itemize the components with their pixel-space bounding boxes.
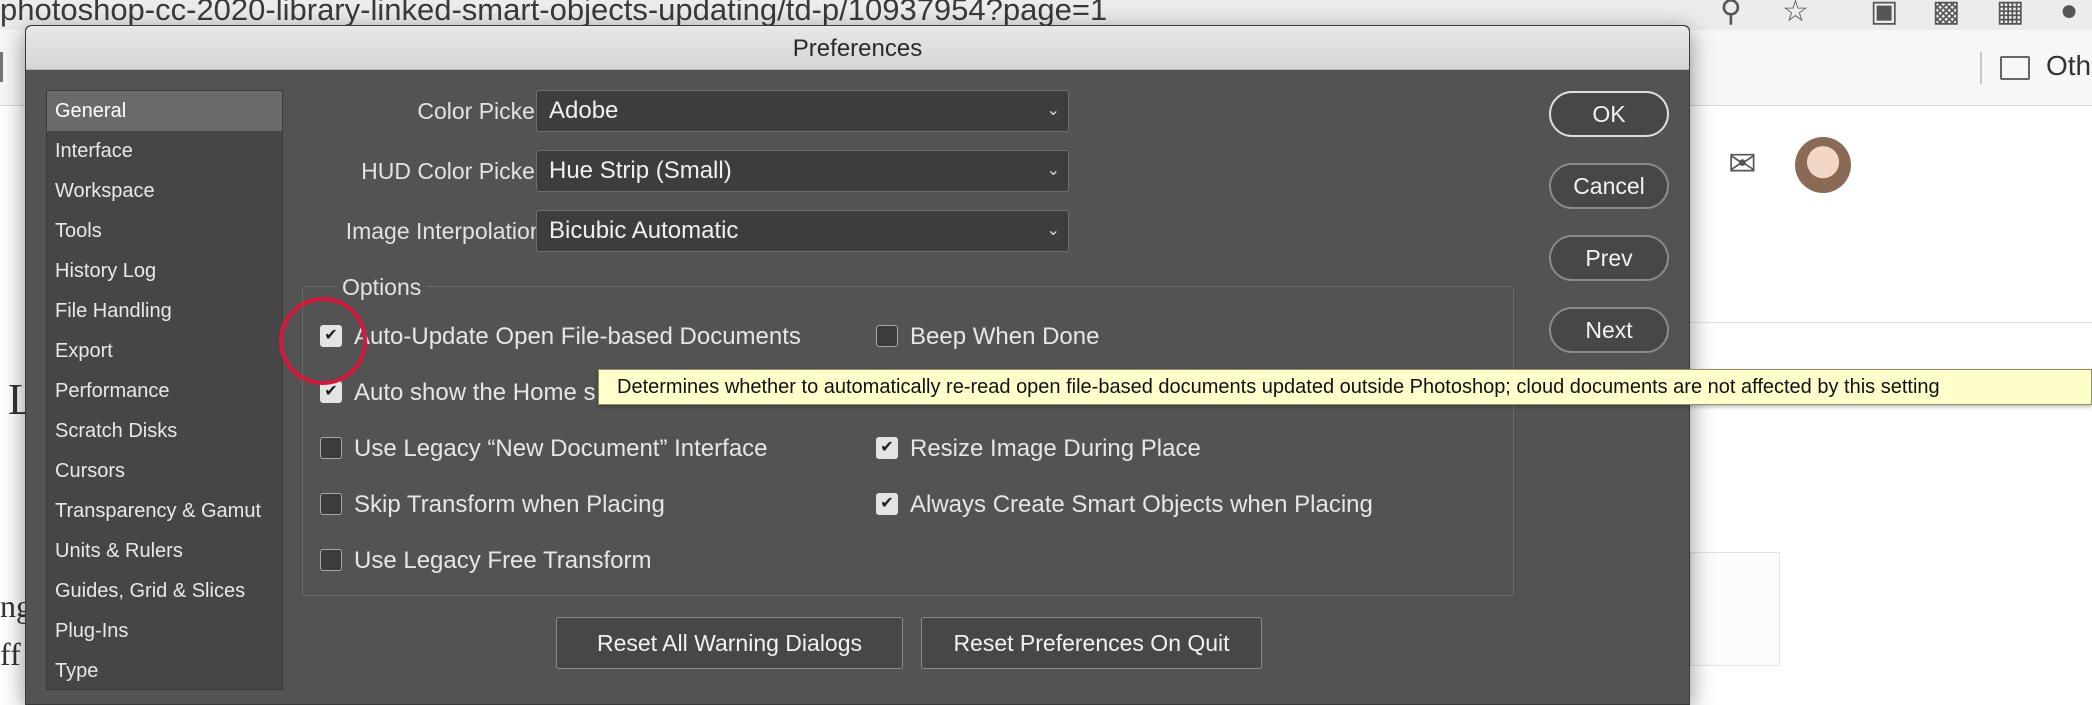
url-text[interactable]: photoshop-cc-2020-library-linked-smart-o… <box>0 0 1107 28</box>
hud-color-picker-value: Hue Strip (Small) <box>549 157 732 184</box>
ok-button[interactable]: OK <box>1549 91 1669 137</box>
checkbox-unchecked[interactable] <box>876 325 898 347</box>
prev-button[interactable]: Prev <box>1549 235 1669 281</box>
sidebar-item-export[interactable]: Export <box>47 331 282 371</box>
reset-preferences-button[interactable]: Reset Preferences On Quit <box>921 617 1262 669</box>
sidebar-item-units-rulers[interactable]: Units & Rulers <box>47 531 282 571</box>
sidebar-item-interface[interactable]: Interface <box>47 131 282 171</box>
cancel-button[interactable]: Cancel <box>1549 163 1669 209</box>
image-interpolation-select[interactable]: Bicubic Automatic ⌄ <box>536 210 1069 252</box>
hud-color-picker-label: HUD Color Picker: <box>361 158 549 184</box>
sidebar-item-cursors[interactable]: Cursors <box>47 451 282 491</box>
profile-extension-icon[interactable]: ● <box>2060 0 2078 28</box>
dialog-titlebar[interactable]: Preferences <box>26 26 1689 70</box>
sidebar-item-type[interactable]: Type <box>47 651 282 691</box>
option-label: Auto-Update Open File-based Documents <box>354 323 801 350</box>
option-label: Use Legacy Free Transform <box>354 547 652 574</box>
bookmark-left-edge[interactable] <box>0 52 3 82</box>
image-interpolation-value: Bicubic Automatic <box>549 217 739 244</box>
sidebar-item-workspace[interactable]: Workspace <box>47 171 282 211</box>
zoom-icon[interactable]: ⚲ <box>1720 0 1742 29</box>
sidebar-item-scratch-disks[interactable]: Scratch Disks <box>47 411 282 451</box>
mail-icon[interactable]: ✉ <box>1728 144 1757 184</box>
option-label: Always Create Smart Objects when Placing <box>910 491 1373 518</box>
sidebar-item-tools[interactable]: Tools <box>47 211 282 251</box>
youtube-extension-icon[interactable]: ▣ <box>1870 0 1898 29</box>
sidebar-item-transparency-gamut[interactable]: Transparency & Gamut <box>47 491 282 531</box>
color-picker-value: Adobe <box>549 97 619 124</box>
checkbox-unchecked[interactable] <box>320 493 342 515</box>
checkbox-unchecked[interactable] <box>320 549 342 571</box>
option-label: Resize Image During Place <box>910 435 1201 462</box>
chevron-down-icon: ⌄ <box>1046 162 1060 179</box>
option-label: Skip Transform when Placing <box>354 491 665 518</box>
checkbox-checked[interactable]: ✔ <box>876 437 898 459</box>
option-label: Auto show the Home s <box>354 379 596 406</box>
reset-warning-dialogs-button[interactable]: Reset All Warning Dialogs <box>556 617 903 669</box>
bookmark-separator <box>1980 52 1982 84</box>
hud-color-picker-select[interactable]: Hue Strip (Small) ⌄ <box>536 150 1069 192</box>
dialog-title: Preferences <box>792 35 923 62</box>
folder-icon[interactable] <box>2000 56 2030 80</box>
sidebar-item-guides-grid-slices[interactable]: Guides, Grid & Slices <box>47 571 282 611</box>
next-button[interactable]: Next <box>1549 307 1669 353</box>
color-picker-label: Color Picker: <box>417 98 549 124</box>
other-bookmarks[interactable]: Othe <box>2046 50 2092 82</box>
bold-extension-icon[interactable]: ▦ <box>1996 0 2024 29</box>
page-text-fragment: ff <box>0 636 21 672</box>
tooltip: Determines whether to automatically re-r… <box>598 369 2092 405</box>
checkbox-checked[interactable]: ✔ <box>320 325 342 347</box>
color-picker-select[interactable]: Adobe ⌄ <box>536 90 1069 132</box>
option-label: Beep When Done <box>910 323 1100 350</box>
page-divider <box>1690 322 2092 323</box>
translate-extension-icon[interactable]: ▩ <box>1932 0 1960 29</box>
sidebar-item-performance[interactable]: Performance <box>47 371 282 411</box>
preferences-sidebar: General Interface Workspace Tools Histor… <box>46 90 283 690</box>
options-legend: Options <box>336 274 428 301</box>
checkbox-checked[interactable]: ✔ <box>876 493 898 515</box>
checkbox-checked[interactable]: ✔ <box>320 381 342 403</box>
star-icon[interactable]: ☆ <box>1782 0 1809 29</box>
sidebar-item-history-log[interactable]: History Log <box>47 251 282 291</box>
image-interpolation-label: Image Interpolation: <box>345 218 549 244</box>
sidebar-item-general[interactable]: General <box>47 91 282 131</box>
chevron-down-icon: ⌄ <box>1046 102 1060 119</box>
page-card <box>1690 552 1780 666</box>
sidebar-item-plug-ins[interactable]: Plug-Ins <box>47 611 282 651</box>
checkbox-unchecked[interactable] <box>320 437 342 459</box>
option-label: Use Legacy “New Document” Interface <box>354 435 768 462</box>
sidebar-item-file-handling[interactable]: File Handling <box>47 291 282 331</box>
preferences-dialog: Preferences General Interface Workspace … <box>25 25 1690 705</box>
avatar[interactable] <box>1795 137 1851 193</box>
chevron-down-icon: ⌄ <box>1046 222 1060 239</box>
